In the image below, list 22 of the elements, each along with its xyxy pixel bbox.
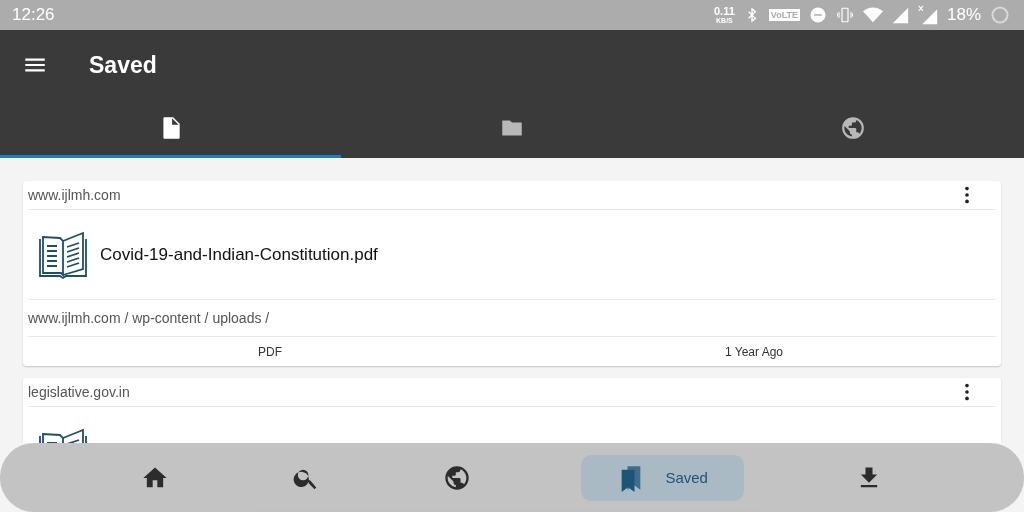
document-path: www.ijlmh.com / wp-content / uploads / [28,300,996,337]
globe-icon [840,114,867,141]
saved-age: 1 Year Ago [723,344,785,359]
globe-icon [442,463,471,492]
signal-icon [891,6,909,24]
nav-item[interactable]: Saved [581,454,744,501]
signal-icon [917,5,938,25]
file-type: PDF [257,344,283,359]
vibrate-icon [835,6,854,24]
result-card[interactable]: legislative.gov.in [23,378,1001,443]
battery-ring-icon [990,5,1010,25]
result-card[interactable]: www.ijlmh.com Covid-19-and-Indian-Constitution.pdf www.ijlmh.com / wp-content / uploads / PDF 1 Year Ago [23,181,1001,366]
site-domain: legislative.gov.in [28,384,130,400]
clock-time: 12:26 [12,5,55,25]
battery-percent: 18% [946,5,981,25]
screen-title: Saved [89,51,157,79]
document-title: Covid-19-and-Indian-Constitution.pdf [100,244,378,265]
site-domain: www.ijlmh.com [28,187,121,203]
do-not-disturb-icon [808,6,827,24]
volte-badge: VoLTE [768,9,800,21]
wifi-icon [862,6,883,24]
network-speed: 0.11 [714,6,735,17]
